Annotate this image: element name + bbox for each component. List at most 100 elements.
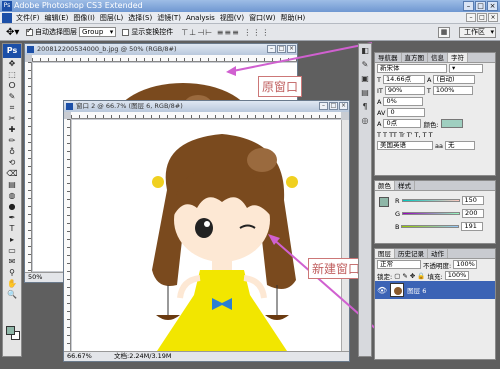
text-color-swatch[interactable]	[440, 119, 463, 128]
path-select-icon[interactable]: ▸	[3, 234, 21, 245]
stamp-tool-icon[interactable]: ♁	[3, 146, 21, 157]
notes-tool-icon[interactable]: ✉	[3, 256, 21, 267]
doc2-title-bar[interactable]: 窗口 2 @ 66.7% (图层 6, RGB/8#) – □ ×	[64, 101, 349, 112]
navigator-panel-icon[interactable]: ◧	[359, 44, 371, 58]
leading-input[interactable]: (自动)	[433, 75, 476, 84]
menu-layer[interactable]: 图层(L)	[100, 13, 123, 23]
dodge-tool-icon[interactable]: ●	[3, 201, 21, 212]
minimize-icon[interactable]: –	[463, 1, 474, 11]
doc1-minimize-icon[interactable]: –	[267, 45, 276, 53]
fill-input[interactable]: 100%	[444, 271, 469, 280]
doc-minimize-icon[interactable]: –	[466, 13, 476, 22]
shape-tool-icon[interactable]: ▭	[3, 245, 21, 256]
menu-edit[interactable]: 编辑(E)	[45, 13, 69, 23]
pen-tool-icon[interactable]: ✒	[3, 212, 21, 223]
font-family-select[interactable]: 新宋体	[377, 64, 447, 73]
doc2-zoom[interactable]: 66.67%	[67, 352, 92, 360]
auto-select-checkbox[interactable]	[26, 26, 33, 36]
blur-tool-icon[interactable]: ◍	[3, 190, 21, 201]
font-style-select[interactable]: ▾	[449, 64, 483, 73]
app-menu-icon[interactable]	[2, 13, 12, 23]
doc2-maximize-icon[interactable]: □	[329, 102, 338, 110]
tab-history[interactable]: 历史记录	[395, 249, 428, 258]
doc-close-icon[interactable]: ×	[488, 13, 498, 22]
bridge-icon[interactable]: ▦	[438, 27, 450, 38]
kerning-input[interactable]: 0	[387, 108, 426, 117]
brushes-panel-icon[interactable]: ✎	[359, 58, 371, 72]
horizontal-scale-input[interactable]: 100%	[432, 86, 473, 95]
workspace-dropdown[interactable]: 工作区	[459, 27, 496, 38]
eyedropper-tool-icon[interactable]: ⚲	[3, 267, 21, 278]
tab-navigator[interactable]: 导航器	[375, 53, 402, 62]
menu-analysis[interactable]: Analysis	[186, 14, 215, 22]
tab-actions[interactable]: 动作	[428, 249, 448, 258]
doc2-canvas[interactable]	[72, 120, 341, 351]
layer-comps-icon[interactable]: ▤	[359, 86, 371, 100]
blend-mode-select[interactable]: 正常	[377, 260, 421, 269]
type-tool-icon[interactable]: T	[3, 223, 21, 234]
vertical-scale-input[interactable]: 90%	[384, 86, 425, 95]
r-slider[interactable]	[401, 199, 460, 202]
foreground-color-swatch[interactable]	[6, 326, 15, 335]
b-slider[interactable]	[401, 225, 460, 228]
auto-select-dropdown[interactable]: Group	[79, 27, 117, 37]
doc-restore-icon[interactable]: □	[477, 13, 487, 22]
tab-info[interactable]: 信息	[428, 53, 448, 62]
doc2-close-icon[interactable]: ×	[339, 102, 348, 110]
menu-file[interactable]: 文件(F)	[16, 13, 40, 23]
font-size-input[interactable]: 14.66点	[382, 75, 425, 84]
brush-tool-icon[interactable]: ✏	[3, 135, 21, 146]
tab-layers[interactable]: 图层	[375, 249, 395, 258]
tab-histogram[interactable]: 直方图	[402, 53, 428, 62]
doc2-document-size[interactable]: 文档:2.24M/3.19M	[114, 352, 172, 361]
align-buttons-icon[interactable]: ⊤⊥⊣⊢ ≡≡≡ ⋮⋮⋮	[181, 28, 270, 37]
color-chip[interactable]	[379, 197, 389, 207]
tab-character[interactable]: 字符	[448, 53, 468, 62]
language-select[interactable]: 美国英语	[377, 141, 433, 150]
baseline-input[interactable]: 0点	[383, 119, 422, 128]
g-slider[interactable]	[402, 212, 461, 215]
tracking-input[interactable]: 0%	[383, 97, 424, 106]
zoom-tool-icon[interactable]: 🔍	[3, 289, 21, 300]
quick-select-tool-icon[interactable]: ✎	[3, 91, 21, 102]
doc1-close-icon[interactable]: ×	[287, 45, 296, 53]
eraser-tool-icon[interactable]: ⌫	[3, 168, 21, 179]
doc1-zoom[interactable]: 50%	[28, 273, 42, 281]
r-input[interactable]: 150	[461, 196, 484, 205]
layer-row-selected[interactable]: 👁 图层 6	[375, 281, 495, 299]
marquee-tool-icon[interactable]: ⬚	[3, 69, 21, 80]
doc2-vertical-scrollbar[interactable]	[341, 120, 349, 351]
menu-filter[interactable]: 滤镜(T)	[157, 13, 181, 23]
antialias-select[interactable]: 无	[444, 141, 475, 150]
visibility-eye-icon[interactable]: 👁	[377, 286, 387, 295]
menu-select[interactable]: 选择(S)	[128, 13, 152, 23]
move-tool-icon[interactable]: ✥	[3, 58, 21, 69]
slice-tool-icon[interactable]: ✂	[3, 113, 21, 124]
tab-color[interactable]: 颜色	[375, 181, 395, 190]
doc1-maximize-icon[interactable]: □	[277, 45, 286, 53]
text-style-buttons[interactable]: T T TT Tr T' T, T T	[377, 131, 433, 139]
menu-image[interactable]: 图像(I)	[73, 13, 95, 23]
g-input[interactable]: 200	[462, 209, 485, 218]
lasso-tool-icon[interactable]: ⵔ	[3, 80, 21, 91]
lock-buttons-icon[interactable]: ▢ ✎ ✥ 🔒	[394, 272, 425, 280]
hand-tool-icon[interactable]: ✋	[3, 278, 21, 289]
b-input[interactable]: 191	[461, 222, 484, 231]
layer-name[interactable]: 图层 6	[407, 285, 426, 295]
crop-tool-icon[interactable]: ⌗	[3, 102, 21, 113]
history-brush-icon[interactable]: ⟲	[3, 157, 21, 168]
close-icon[interactable]: ×	[487, 1, 498, 11]
opacity-input[interactable]: 100%	[453, 260, 478, 269]
tool-presets-icon[interactable]: ▣	[359, 72, 371, 86]
menu-view[interactable]: 视图(V)	[220, 13, 244, 23]
gradient-tool-icon[interactable]: ▤	[3, 179, 21, 190]
doc1-title-bar[interactable]: 200812200534000_b.jpg @ 50% (RGB/8#) – □…	[25, 44, 297, 55]
doc2-minimize-icon[interactable]: –	[319, 102, 328, 110]
menu-window[interactable]: 窗口(W)	[249, 13, 275, 23]
show-transform-checkbox[interactable]	[122, 28, 130, 36]
tab-styles[interactable]: 样式	[395, 181, 415, 190]
maximize-icon[interactable]: □	[475, 1, 486, 11]
move-tool-preset-icon[interactable]: ✥▾	[6, 27, 20, 38]
menu-help[interactable]: 帮助(H)	[280, 13, 305, 23]
paragraph-panel-icon[interactable]: ¶	[359, 100, 371, 114]
